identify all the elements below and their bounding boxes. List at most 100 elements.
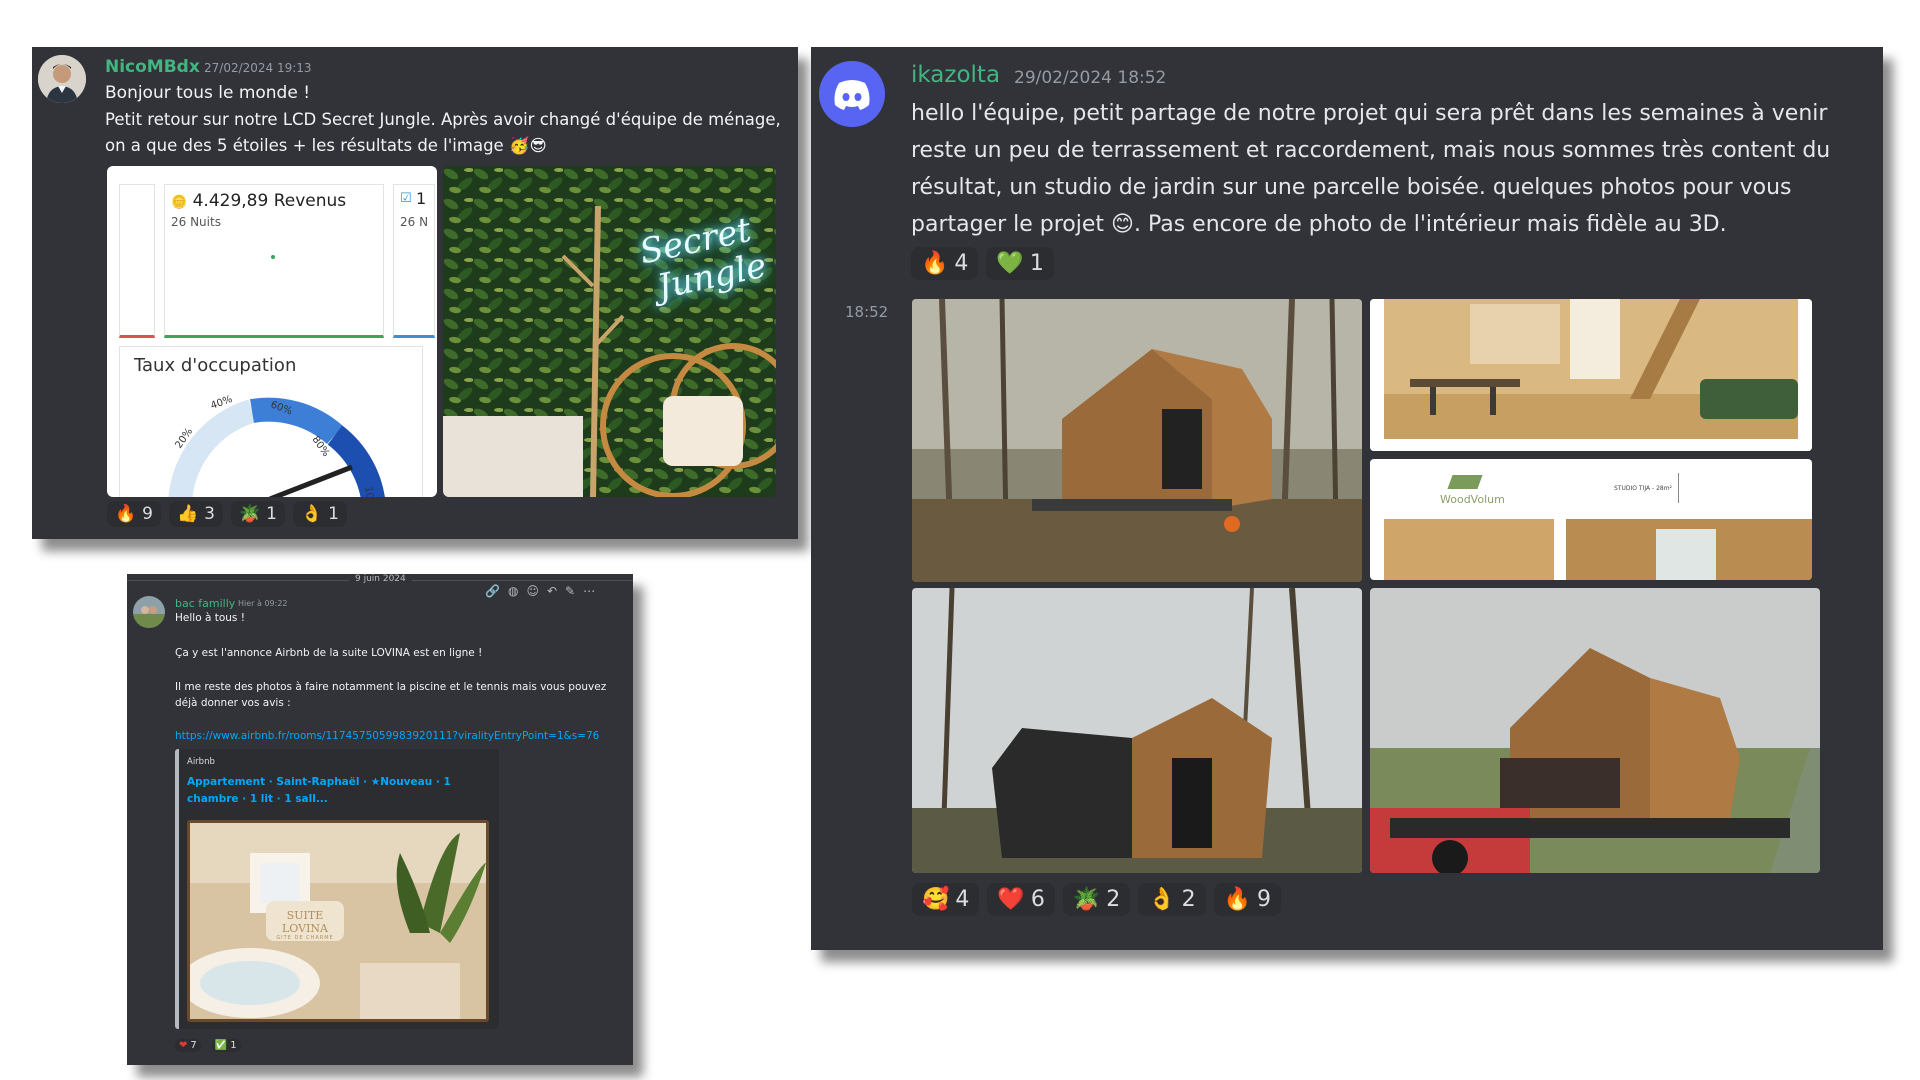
stats-left-card bbox=[119, 184, 155, 338]
sign-line-2: GITE DE CHARME bbox=[276, 935, 334, 941]
reaction-red-heart[interactable]: ❤️ 6 bbox=[987, 883, 1055, 916]
gauge-tick-100: 10 bbox=[362, 486, 375, 497]
reaction-count: 2 bbox=[1181, 887, 1196, 912]
avatar[interactable] bbox=[133, 596, 165, 628]
username[interactable]: ikazolta bbox=[911, 62, 1000, 88]
reaction-count: 4 bbox=[954, 251, 969, 276]
fire-icon: 🔥 bbox=[115, 504, 137, 524]
side-timestamp: 18:52 bbox=[845, 303, 889, 321]
reaction-fire[interactable]: 🔥 9 bbox=[1213, 883, 1282, 916]
reaction-fire[interactable]: 🔥 9 bbox=[107, 501, 161, 527]
potted-plant-icon: 🪴 bbox=[239, 504, 261, 524]
smile-emoji: 😊 bbox=[1111, 212, 1134, 237]
cabin-photo-1[interactable] bbox=[912, 299, 1362, 582]
occupancy-gauge: 20% 40% 60% 80% 10 bbox=[168, 394, 385, 497]
message-end: . Pas encore de photo de l'intérieur mai… bbox=[1133, 212, 1727, 237]
heart-icon: ❤ bbox=[179, 1040, 188, 1051]
reaction-thumbs-up[interactable]: 👍 3 bbox=[169, 501, 223, 527]
message-line-1: Bonjour tous le monde ! bbox=[105, 83, 311, 103]
reaction-count: 2 bbox=[1106, 887, 1121, 912]
reactions-bar: 🔥 9 👍 3 🪴 1 👌 1 bbox=[107, 501, 347, 527]
cabin-photo-2[interactable] bbox=[912, 588, 1362, 873]
reaction-smiling-hearts[interactable]: 🥰 4 bbox=[912, 883, 980, 916]
reaction-count: 1 bbox=[328, 504, 339, 524]
reaction-plant[interactable]: 🪴 1 bbox=[231, 501, 285, 527]
add-reaction-icon[interactable]: ☺ bbox=[526, 584, 539, 598]
message-emojis: 🥳😎 bbox=[508, 136, 547, 155]
smiling-face-hearts-icon: 🥰 bbox=[922, 887, 950, 912]
discord-logo-icon bbox=[834, 80, 870, 110]
sign-line-1: SUITE LOVINA bbox=[282, 909, 328, 935]
username[interactable]: bac familly bbox=[175, 597, 235, 610]
reaction-ok-hand[interactable]: 👌 2 bbox=[1138, 883, 1206, 916]
plan-render-left bbox=[1384, 519, 1554, 580]
stats-revenue-card: 🪙 4.429,89 Revenus 26 Nuits bbox=[164, 184, 384, 338]
message-line-2: Petit retour sur notre LCD Secret Jungle… bbox=[105, 110, 781, 129]
floor-plan-image[interactable]: WoodVolum STUDIO TIJA - 28m² bbox=[1370, 459, 1812, 580]
reaction-ok-hand[interactable]: 👌 1 bbox=[293, 501, 347, 527]
occupancy-card: Taux d'occupation 20% 40% 60% 80% 10 bbox=[119, 346, 423, 497]
revenue-value: 🪙 4.429,89 Revenus bbox=[171, 191, 346, 211]
reactions-bar: ❤ 7 ✅ 1 bbox=[175, 1039, 241, 1052]
reaction-fire[interactable]: 🔥 4 bbox=[911, 247, 979, 280]
revenue-label: 4.429,89 Revenus bbox=[192, 191, 347, 211]
message-line-3: Il me reste des photos à faire notamment… bbox=[175, 681, 607, 693]
cabin-photo-3[interactable] bbox=[1370, 588, 1820, 873]
check-mark-icon: ✅ bbox=[214, 1040, 228, 1051]
ok-hand-icon: 👌 bbox=[1148, 887, 1176, 912]
plan-divider bbox=[1678, 473, 1679, 503]
reaction-count: 6 bbox=[1030, 887, 1045, 912]
message-card-ikazolta: ikazolta 29/02/2024 18:52 hello l'équipe… bbox=[811, 47, 1883, 950]
reaction-heart[interactable]: ❤ 7 bbox=[175, 1039, 201, 1052]
edit-icon[interactable]: ✎ bbox=[565, 584, 575, 598]
message-line-3-text: on a que des 5 étoiles + les résultats d… bbox=[105, 136, 504, 155]
embed-provider: Airbnb bbox=[187, 757, 215, 767]
calendar-icon: ☑ bbox=[400, 191, 412, 206]
message-line-2: Ça y est l'annonce Airbnb de la suite LO… bbox=[175, 647, 483, 659]
plan-logo-icon bbox=[1447, 475, 1483, 489]
partial-sub: 26 N bbox=[400, 215, 429, 229]
green-heart-icon: 💚 bbox=[996, 251, 1024, 276]
timestamp: 29/02/2024 18:52 bbox=[1014, 68, 1167, 88]
reaction-count: 3 bbox=[204, 504, 215, 524]
coins-icon: 🪙 bbox=[171, 195, 188, 210]
fire-icon: 🔥 bbox=[921, 251, 949, 276]
avatar[interactable] bbox=[38, 55, 86, 103]
embed-title[interactable]: Appartement · Saint-Raphaël · ★Nouveau ·… bbox=[187, 774, 493, 808]
link-embed[interactable]: Airbnb Appartement · Saint-Raphaël · ★No… bbox=[175, 749, 499, 1029]
message-line-4: déjà donner vos avis : bbox=[175, 697, 291, 709]
plan-title: STUDIO TIJA - 28m² bbox=[1614, 485, 1672, 492]
reaction-plant[interactable]: 🪴 2 bbox=[1062, 883, 1131, 916]
reaction-count: 9 bbox=[142, 504, 153, 524]
reply-icon[interactable]: ↶ bbox=[547, 584, 557, 598]
embed-image[interactable]: SUITE LOVINA GITE DE CHARME bbox=[187, 820, 489, 1022]
secret-jungle-photo[interactable]: Secret Jungle bbox=[443, 166, 776, 497]
nights-label: 26 Nuits bbox=[171, 215, 221, 229]
reaction-count: 1 bbox=[230, 1040, 237, 1051]
reaction-count: 1 bbox=[266, 504, 277, 524]
reaction-count: 7 bbox=[190, 1040, 197, 1051]
message-line-3: on a que des 5 étoiles + les résultats d… bbox=[105, 136, 547, 156]
top-reactions-bar: 🔥 4 💚 1 bbox=[911, 247, 1054, 280]
message-card-bac-familly: 9 juin 2024 bac familly Hier à 09:22 🔗 ◍… bbox=[127, 574, 633, 1065]
reaction-count: 4 bbox=[955, 887, 970, 912]
bottom-reactions-bar: 🥰 4 ❤️ 6 🪴 2 👌 2 🔥 9 bbox=[912, 883, 1282, 916]
plan-render-right bbox=[1566, 519, 1812, 580]
thread-icon[interactable]: ◍ bbox=[508, 584, 518, 598]
more-options-icon[interactable]: ⋯ bbox=[583, 584, 595, 598]
thumbs-up-icon: 👍 bbox=[177, 504, 199, 524]
reaction-check[interactable]: ✅ 1 bbox=[210, 1039, 241, 1052]
discord-avatar[interactable] bbox=[819, 61, 885, 127]
airbnb-link[interactable]: https://www.airbnb.fr/rooms/117457505998… bbox=[175, 730, 599, 742]
message-card-nicombdx: NicoMBdx 27/02/2024 19:13 Bonjour tous l… bbox=[32, 47, 798, 539]
link-icon[interactable]: 🔗 bbox=[485, 584, 500, 598]
reaction-count: 1 bbox=[1029, 251, 1044, 276]
fire-icon: 🔥 bbox=[1223, 887, 1252, 912]
red-heart-icon: ❤️ bbox=[997, 887, 1025, 912]
cabin-interior-render[interactable] bbox=[1370, 299, 1812, 451]
stats-screenshot-image[interactable]: 🪙 4.429,89 Revenus 26 Nuits ☑ 1 26 N Tau… bbox=[107, 166, 437, 497]
reaction-count: 9 bbox=[1257, 887, 1272, 912]
username[interactable]: NicoMBdx bbox=[105, 57, 200, 77]
partial-value: 1 bbox=[416, 189, 427, 208]
reaction-green-heart[interactable]: 💚 1 bbox=[986, 247, 1054, 280]
